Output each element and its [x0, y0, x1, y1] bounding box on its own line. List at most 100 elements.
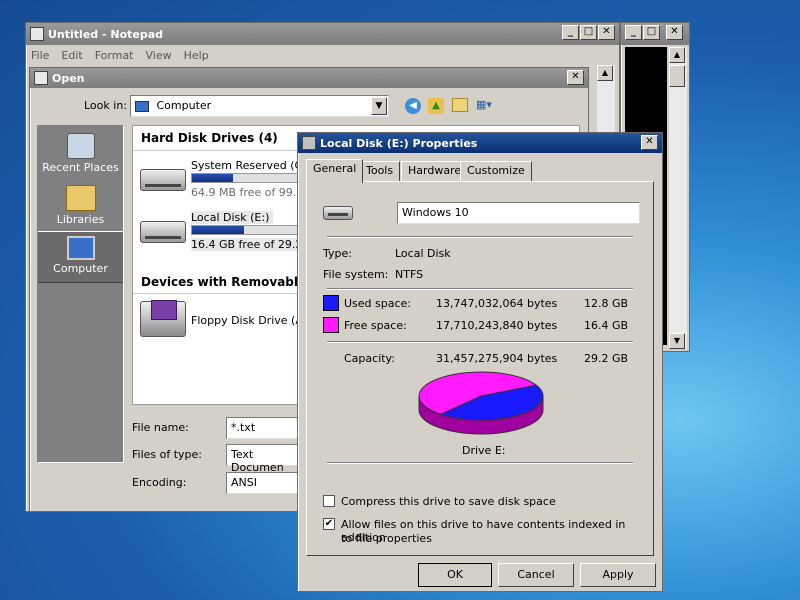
console-scrollbar[interactable]: ▲ ▼: [669, 47, 687, 349]
drive-e-free: 16.4 GB free of 29.2 G: [191, 238, 315, 251]
separator: [327, 236, 633, 238]
index-checkbox[interactable]: ✔: [323, 518, 335, 530]
look-in-value: Computer: [156, 99, 212, 112]
menu-format[interactable]: Format: [95, 49, 134, 62]
disk-usage-pie-chart: [418, 371, 544, 435]
used-space-gb: 12.8 GB: [584, 297, 629, 310]
computer-icon: [66, 236, 95, 260]
floppy-name: Floppy Disk Drive (A:): [191, 314, 311, 327]
cancel-button[interactable]: Cancel: [498, 563, 574, 587]
minimize-button[interactable]: _: [562, 25, 579, 40]
notepad-menubar: File Edit Format View Help: [26, 45, 619, 65]
files-of-type-label: Files of type:: [132, 448, 203, 461]
menu-edit[interactable]: Edit: [61, 49, 82, 62]
floppy-drive-icon: [140, 300, 186, 337]
place-recent-label: Recent Places: [42, 161, 119, 174]
free-space-bytes: 17,710,243,840 bytes: [436, 319, 558, 332]
hard-drive-icon: [140, 169, 186, 191]
capacity-gb: 29.2 GB: [584, 352, 629, 365]
places-bar: Recent Places Libraries Computer: [37, 125, 124, 463]
tab-strip: General Tools Hardware Customize: [306, 159, 656, 183]
free-space-swatch: [323, 317, 339, 333]
encoding-label: Encoding:: [132, 476, 187, 489]
properties-titlebar: Local Disk (E:) Properties ✕: [298, 133, 662, 153]
apply-button[interactable]: Apply: [580, 563, 656, 587]
background-window-titlebar: _ □ ✕: [621, 23, 689, 45]
files-of-type-select[interactable]: Text Documen: [226, 444, 306, 474]
type-value: Local Disk: [395, 247, 451, 260]
separator: [327, 462, 633, 464]
place-recent[interactable]: Recent Places: [38, 130, 123, 180]
filesystem-value: NTFS: [395, 268, 424, 281]
free-space-label: Free space:: [344, 319, 407, 332]
place-libraries-label: Libraries: [56, 213, 105, 226]
open-dialog-title: Open: [52, 71, 85, 85]
volume-name-input[interactable]: Windows 10: [397, 202, 640, 224]
separator: [327, 341, 633, 343]
scroll-thumb[interactable]: [669, 65, 685, 87]
file-name-input[interactable]: *.txt: [226, 417, 306, 439]
back-icon[interactable]: ◀: [405, 98, 421, 114]
menu-help[interactable]: Help: [184, 49, 209, 62]
used-space-label: Used space:: [344, 297, 412, 310]
drive-c-usage-fill: [192, 174, 234, 182]
recent-places-icon: [66, 133, 95, 159]
capacity-label: Capacity:: [344, 352, 395, 365]
maximize-button[interactable]: □: [580, 25, 597, 40]
chevron-down-icon[interactable]: ▼: [371, 97, 387, 115]
used-space-bytes: 13,747,032,064 bytes: [436, 297, 558, 310]
drive-e-usage-bar: [191, 225, 311, 235]
ok-button[interactable]: OK: [418, 563, 492, 587]
notepad-icon: [30, 27, 44, 41]
filesystem-label: File system:: [323, 268, 389, 281]
libraries-icon: [65, 185, 96, 211]
hard-disk-header: Hard Disk Drives (4): [141, 131, 278, 145]
free-space-gb: 16.4 GB: [584, 319, 629, 332]
type-label: Type:: [323, 247, 352, 260]
separator: [327, 288, 633, 290]
file-name-label: File name:: [132, 421, 189, 434]
encoding-select[interactable]: ANSI: [226, 472, 306, 494]
up-folder-icon[interactable]: ▲: [428, 98, 444, 114]
close-button[interactable]: ✕: [567, 70, 584, 85]
drive-c-name: System Reserved (C:): [191, 159, 311, 172]
look-in-dropdown[interactable]: Computer ▼: [130, 95, 389, 117]
tab-hardware[interactable]: Hardware: [401, 161, 469, 181]
properties-dialog: Local Disk (E:) Properties ✕ General Too…: [297, 132, 663, 592]
drive-c-usage-bar: [191, 173, 311, 183]
notepad-title: Untitled - Notepad: [48, 27, 164, 41]
compress-checkbox[interactable]: [323, 495, 335, 507]
place-computer[interactable]: Computer: [38, 231, 123, 283]
index-label-line2: to file properties: [341, 532, 432, 545]
compress-label: Compress this drive to save disk space: [341, 495, 556, 508]
close-button[interactable]: ✕: [641, 135, 658, 150]
place-computer-label: Computer: [53, 262, 108, 275]
general-panel: Windows 10 Type: Local Disk File system:…: [306, 181, 654, 556]
drive-e-usage-fill: [192, 226, 244, 234]
drive-label: Drive E:: [462, 444, 506, 457]
floppy-disk-shape: [151, 300, 177, 320]
new-folder-icon[interactable]: [452, 98, 468, 112]
drive-icon: [302, 136, 316, 150]
properties-title: Local Disk (E:) Properties: [320, 136, 478, 150]
minimize-button[interactable]: _: [625, 25, 642, 40]
tab-customize[interactable]: Customize: [460, 161, 532, 181]
menu-file[interactable]: File: [31, 49, 49, 62]
open-dialog-titlebar: Open ✕: [30, 68, 588, 88]
maximize-button[interactable]: □: [643, 25, 660, 40]
place-libraries[interactable]: Libraries: [38, 182, 123, 232]
look-in-label: Look in:: [84, 99, 127, 112]
open-icon: [34, 71, 48, 85]
tab-general[interactable]: General: [306, 159, 364, 183]
menu-view[interactable]: View: [146, 49, 172, 62]
drive-icon: [323, 206, 353, 220]
view-menu-icon[interactable]: ▦▾: [476, 98, 498, 114]
scroll-down-arrow-icon[interactable]: ▼: [669, 333, 685, 349]
scroll-up-arrow-icon[interactable]: ▲: [669, 47, 685, 63]
close-button[interactable]: ✕: [598, 25, 615, 40]
used-space-swatch: [323, 295, 339, 311]
close-button[interactable]: ✕: [666, 25, 683, 40]
hard-drive-icon: [140, 221, 186, 243]
scroll-up-arrow-icon[interactable]: ▲: [597, 65, 613, 81]
tab-tools[interactable]: Tools: [359, 161, 401, 181]
